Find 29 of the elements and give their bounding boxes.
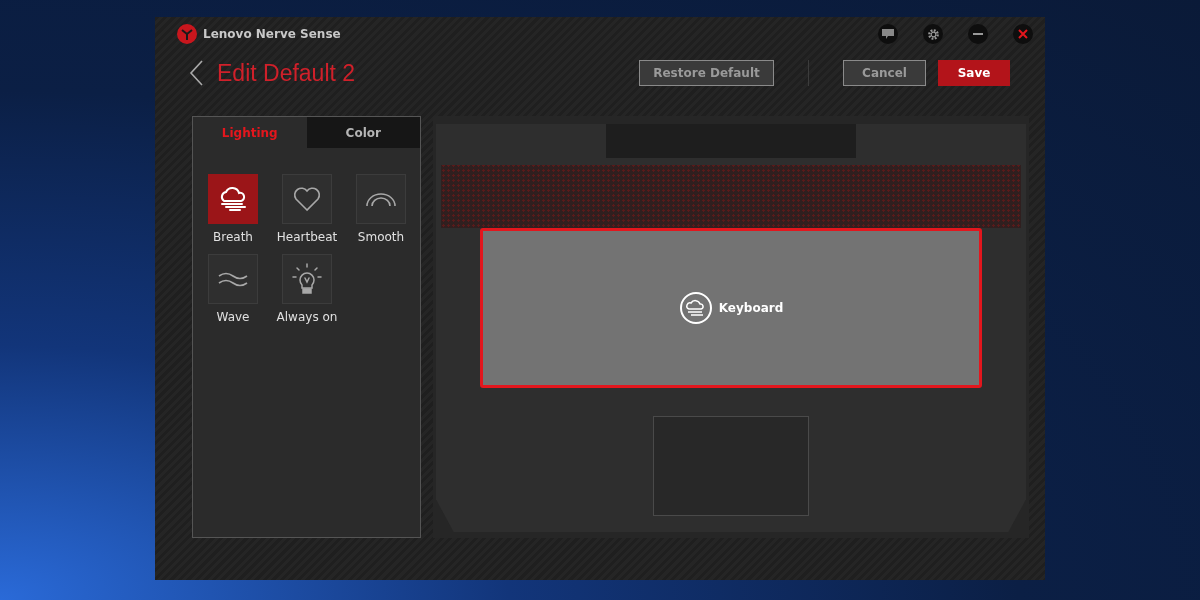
close-icon[interactable] — [1013, 24, 1033, 44]
logo-icon — [177, 24, 197, 44]
wave-icon — [217, 271, 249, 287]
effect-button[interactable] — [356, 174, 406, 224]
cloud-wind-icon — [678, 291, 713, 325]
minimize-icon[interactable] — [968, 24, 988, 44]
effect-button[interactable] — [208, 174, 258, 224]
chat-icon[interactable] — [878, 24, 898, 44]
save-button[interactable]: Save — [938, 60, 1010, 86]
page-title: Edit Default 2 — [217, 59, 357, 87]
light-bulb-icon — [292, 263, 322, 295]
cancel-button[interactable]: Cancel — [843, 60, 926, 86]
restore-default-button[interactable]: Restore Default — [639, 60, 774, 86]
effect-label: Heartbeat — [276, 230, 338, 244]
effect-button[interactable] — [282, 254, 332, 304]
settings-icon[interactable] — [923, 24, 943, 44]
back-icon[interactable] — [187, 59, 205, 87]
window-title: Lenovo Nerve Sense — [203, 27, 342, 41]
effect-label: Always on — [276, 310, 338, 324]
effect-label: Wave — [216, 310, 250, 324]
heart-icon — [292, 186, 322, 212]
effect-label: Breath — [213, 230, 253, 244]
cloud-wind-icon — [218, 186, 248, 212]
effect-button[interactable] — [282, 174, 332, 224]
keyboard-zone[interactable]: Keyboard — [480, 228, 982, 388]
effect-label: Smooth — [357, 230, 405, 244]
effect-button[interactable] — [208, 254, 258, 304]
panel-tab[interactable]: Color — [306, 117, 420, 148]
arc-icon — [365, 191, 397, 207]
